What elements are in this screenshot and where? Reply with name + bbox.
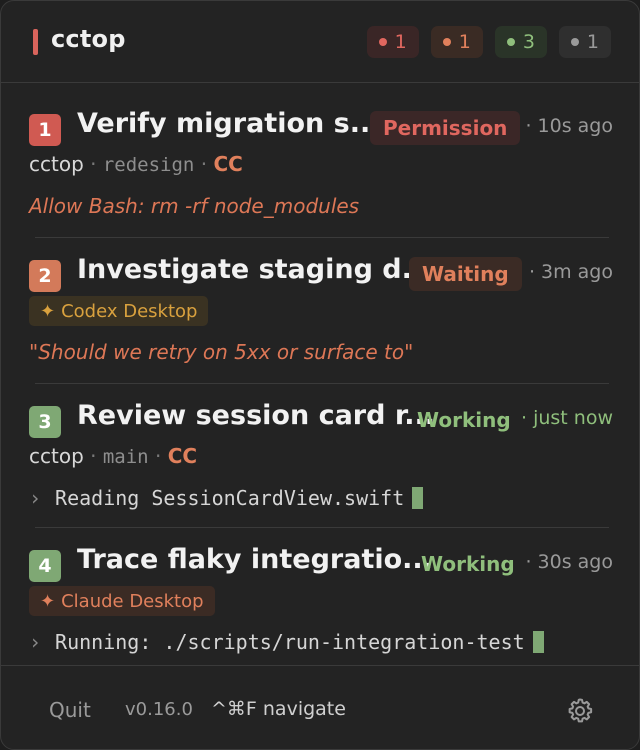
session-detail-text: Reading SessionCardView.swift bbox=[55, 486, 405, 510]
project-name: cctop bbox=[29, 152, 84, 176]
prompt-chevron-icon: › bbox=[29, 486, 42, 510]
status-badge: Waiting bbox=[409, 257, 522, 291]
brand-bar bbox=[33, 29, 38, 55]
client-tag-label: Codex Desktop bbox=[61, 300, 198, 322]
session-detail-text: Running: ./scripts/run-integration-test bbox=[55, 630, 525, 654]
status-badge: Working bbox=[417, 408, 511, 432]
idle-count: 1 bbox=[586, 31, 599, 53]
session-detail: › Running: ./scripts/run-integration-tes… bbox=[29, 630, 544, 654]
session-title: Investigate staging d... bbox=[77, 254, 433, 285]
session-meta: cctop · main · CC bbox=[29, 444, 197, 468]
separator: · bbox=[200, 152, 214, 176]
session-time: · 10s ago bbox=[525, 115, 613, 137]
session-number: 4 bbox=[29, 550, 61, 582]
client-tag: ✦ Codex Desktop bbox=[29, 296, 209, 326]
session-card-2[interactable]: 2 Investigate staging d... Waiting · 3m … bbox=[29, 254, 613, 370]
green-dot-icon bbox=[506, 38, 515, 46]
navigate-shortcut-hint: ^⌘F navigate bbox=[211, 698, 346, 720]
header: cctop 1 1 3 1 bbox=[1, 1, 639, 83]
app-title: cctop bbox=[51, 25, 126, 53]
branch-name: redesign bbox=[102, 154, 195, 176]
client-tag: ✦ Claude Desktop bbox=[29, 586, 215, 616]
version-label: v0.16.0 bbox=[125, 699, 193, 720]
status-badge: Working bbox=[421, 552, 515, 576]
separator: · bbox=[90, 152, 103, 176]
client-tag-label: Claude Desktop bbox=[61, 590, 204, 612]
waiting-counter[interactable]: 1 bbox=[430, 26, 483, 58]
footer: Quit v0.16.0 ^⌘F navigate bbox=[1, 665, 639, 749]
orange-dot-icon bbox=[442, 38, 451, 46]
gray-dot-icon bbox=[570, 38, 579, 46]
status-counters: 1 1 3 1 bbox=[366, 26, 611, 58]
waiting-count: 1 bbox=[458, 31, 471, 53]
session-detail: Allow Bash: rm -rf node_modules bbox=[29, 194, 360, 218]
settings-button[interactable] bbox=[565, 696, 595, 726]
terminal-cursor bbox=[532, 631, 544, 653]
terminal-cursor bbox=[412, 487, 424, 509]
permission-count: 1 bbox=[394, 31, 407, 53]
session-title: Verify migration s... bbox=[77, 108, 381, 139]
branch-name: main bbox=[102, 446, 149, 468]
session-detail: › Reading SessionCardView.swift bbox=[29, 486, 424, 510]
client-label: CC bbox=[167, 444, 198, 468]
divider bbox=[35, 527, 609, 528]
gear-icon bbox=[568, 698, 593, 723]
client-label: CC bbox=[213, 152, 243, 176]
red-dot-icon bbox=[378, 38, 387, 46]
session-number: 2 bbox=[29, 260, 61, 292]
session-time: · 3m ago bbox=[528, 261, 613, 283]
divider bbox=[35, 383, 609, 384]
session-card-4[interactable]: 4 Trace flaky integratio... Working · 30… bbox=[29, 544, 613, 660]
cctop-panel: cctop 1 1 3 1 1 Verify migration s... Pe… bbox=[0, 0, 640, 750]
session-meta: cctop · redesign · CC bbox=[29, 152, 243, 176]
session-time: · 30s ago bbox=[525, 551, 613, 573]
session-title: Review session card r... bbox=[77, 400, 436, 431]
idle-counter[interactable]: 1 bbox=[558, 26, 611, 58]
separator: · bbox=[154, 444, 168, 468]
session-title: Trace flaky integratio... bbox=[77, 544, 433, 575]
project-name: cctop bbox=[29, 444, 84, 468]
working-count: 3 bbox=[522, 31, 535, 53]
session-number: 1 bbox=[29, 114, 61, 146]
sparkle-icon: ✦ bbox=[40, 300, 56, 322]
status-badge: Permission bbox=[370, 111, 521, 145]
quit-button[interactable]: Quit bbox=[49, 698, 91, 722]
session-card-1[interactable]: 1 Verify migration s... Permission · 10s… bbox=[29, 108, 613, 224]
working-counter[interactable]: 3 bbox=[494, 26, 547, 58]
session-number: 3 bbox=[29, 406, 61, 438]
session-detail: "Should we retry on 5xx or surface to" bbox=[29, 340, 414, 364]
permission-counter[interactable]: 1 bbox=[366, 26, 419, 58]
prompt-chevron-icon: › bbox=[29, 630, 42, 654]
session-card-3[interactable]: 3 Review session card r... Working · jus… bbox=[29, 400, 613, 516]
sparkle-icon: ✦ bbox=[40, 590, 56, 612]
session-time: · just now bbox=[521, 407, 613, 429]
separator: · bbox=[90, 444, 103, 468]
divider bbox=[35, 237, 609, 238]
